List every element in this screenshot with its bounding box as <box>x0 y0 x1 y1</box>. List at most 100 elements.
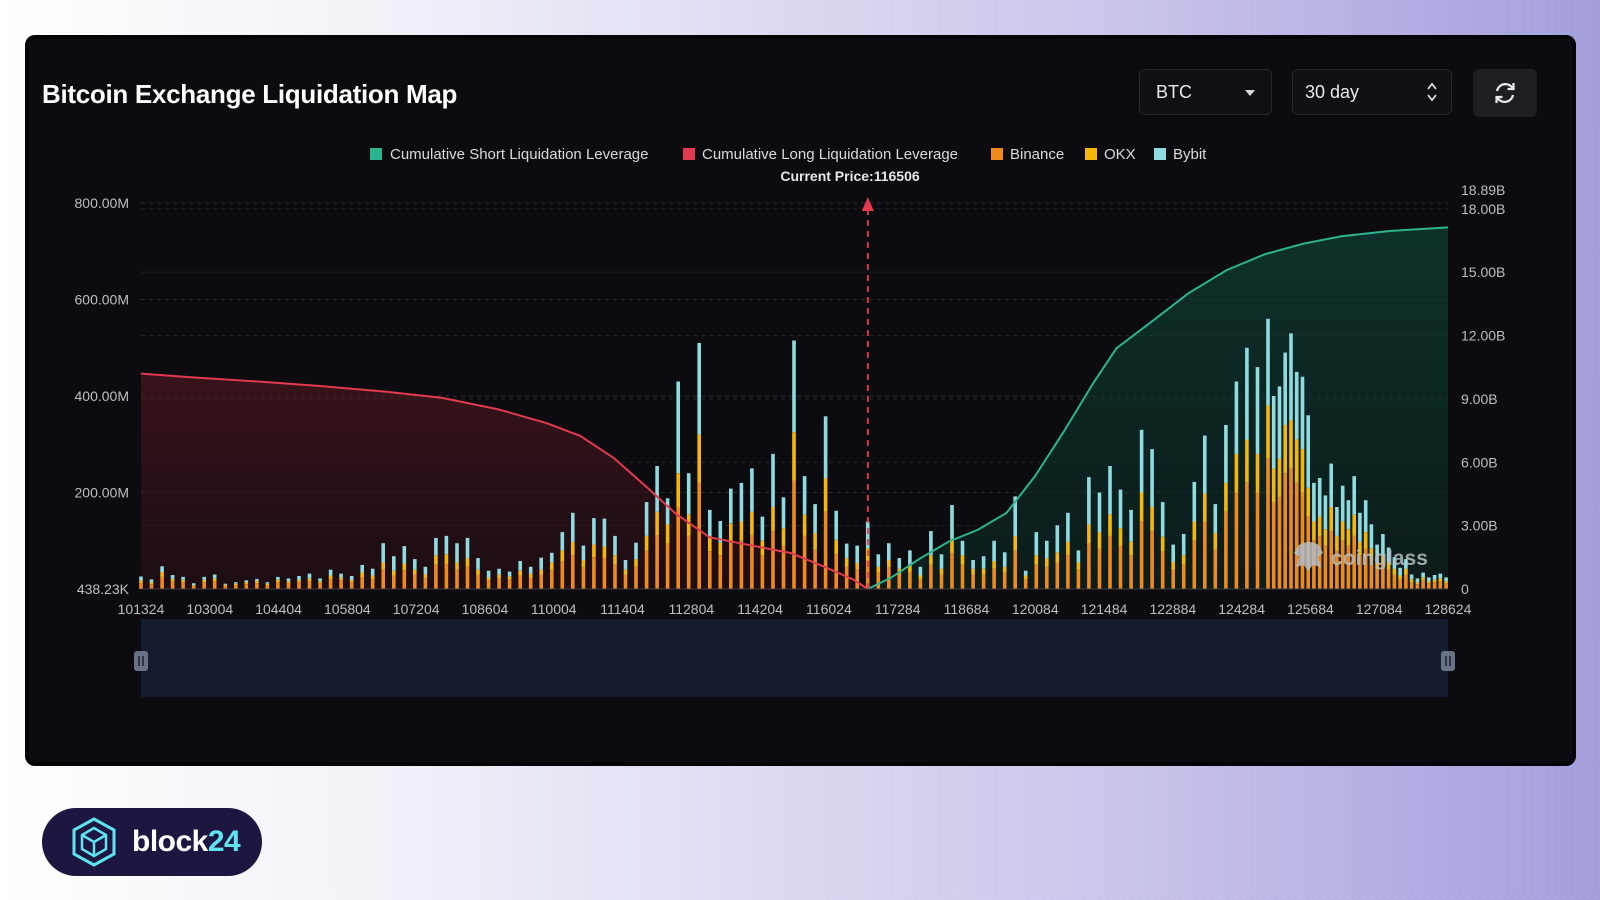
legend-item-short[interactable]: Cumulative Short Liquidation Leverage <box>370 146 649 163</box>
bar-binance <box>1066 555 1070 589</box>
bar-binance <box>349 582 354 589</box>
bar-okx <box>339 577 343 581</box>
bar-binance <box>149 584 154 589</box>
bar-binance <box>486 580 491 589</box>
x-tick-label: 104404 <box>255 601 302 617</box>
bar-binance <box>939 574 944 589</box>
bar-bybit <box>1023 570 1028 576</box>
bar-bybit <box>1171 544 1175 562</box>
bar-okx <box>1203 493 1207 522</box>
bar-okx <box>1271 468 1276 503</box>
bar-okx <box>370 575 375 580</box>
current-price-arrow-icon <box>861 197 874 211</box>
bar-binance <box>1323 545 1328 589</box>
bar-bybit <box>665 498 670 525</box>
bar-binance <box>792 480 796 589</box>
bar-binance <box>455 569 459 589</box>
bar-bybit <box>349 576 354 580</box>
y-left-tick-label: 438.23K <box>77 581 130 597</box>
bar-okx <box>381 562 385 570</box>
bar-bybit <box>486 570 491 578</box>
y-left-tick-label: 800.00M <box>75 195 129 211</box>
bar-binance <box>602 558 607 589</box>
legend-item-okx[interactable]: OKX <box>1085 146 1136 163</box>
bar-okx <box>223 584 228 587</box>
bar-binance <box>1300 492 1305 589</box>
bar-bybit <box>1294 371 1299 440</box>
bar-okx <box>718 542 723 556</box>
bar-bybit <box>623 560 628 570</box>
bar-binance <box>992 568 996 589</box>
bar-okx <box>634 559 638 567</box>
bar-okx <box>823 478 828 512</box>
range-slider[interactable] <box>134 619 1455 697</box>
bar-bybit <box>1369 524 1374 549</box>
bar-binance <box>465 566 470 589</box>
bar-binance <box>1203 521 1207 589</box>
bar-okx <box>297 579 301 583</box>
bar-okx <box>1306 487 1310 517</box>
bar-okx <box>1352 514 1356 536</box>
bar-okx <box>1097 532 1102 549</box>
bar-okx <box>971 568 975 575</box>
bar-bybit <box>844 543 849 559</box>
x-tick-label: 105804 <box>324 601 371 617</box>
bar-binance <box>802 535 807 589</box>
legend-swatch-short <box>370 148 382 160</box>
bar-binance <box>539 574 543 589</box>
bar-binance <box>697 482 701 589</box>
bar-bybit <box>760 516 765 541</box>
y-right-tick-label: 18.00B <box>1461 201 1505 217</box>
bar-okx <box>665 524 670 544</box>
bar-bybit <box>1289 333 1293 421</box>
bar-okx <box>1224 482 1228 512</box>
bar-binance <box>686 535 691 589</box>
bar-bybit <box>339 573 343 578</box>
bar-okx <box>1421 577 1425 581</box>
bar-okx <box>1002 566 1007 573</box>
y-left-tick-label: 600.00M <box>75 292 129 308</box>
bar-binance <box>1421 580 1425 589</box>
x-tick-label: 128624 <box>1425 601 1472 617</box>
legend-item-long[interactable]: Cumulative Long Liquidation Leverage <box>683 146 958 163</box>
bar-okx <box>1066 541 1070 556</box>
bar-bybit <box>455 543 459 563</box>
bar-binance <box>718 555 723 589</box>
bar-okx <box>149 582 154 585</box>
bar-okx <box>813 533 817 550</box>
bar-binance <box>392 575 396 589</box>
bar-okx <box>887 560 891 568</box>
bar-okx <box>1245 439 1249 483</box>
block24-logo-text-accent: 24 <box>207 825 241 858</box>
bar-bybit <box>697 342 701 435</box>
bar-okx <box>455 562 459 570</box>
bar-bybit <box>1432 575 1437 580</box>
bar-binance <box>370 579 375 589</box>
bar-binance <box>1245 482 1249 589</box>
bar-okx <box>507 576 512 580</box>
legend-swatch-bybit <box>1154 148 1166 160</box>
legend-item-bybit[interactable]: Bybit <box>1154 146 1207 163</box>
bar-binance <box>771 531 775 589</box>
range-slider-left-handle[interactable] <box>134 651 148 671</box>
legend-label-long: Cumulative Long Liquidation Leverage <box>702 146 958 163</box>
bar-okx <box>1213 533 1218 550</box>
bar-binance <box>1181 564 1186 589</box>
bar-bybit <box>676 381 680 474</box>
bar-okx <box>960 555 965 565</box>
bar-binance <box>1271 502 1276 589</box>
bar-binance <box>1034 564 1039 589</box>
legend-item-binance[interactable]: Binance <box>991 146 1064 163</box>
bar-bybit <box>1255 367 1260 454</box>
bar-bybit <box>539 557 543 570</box>
bar-bybit <box>528 566 533 574</box>
bar-binance <box>1076 569 1081 589</box>
bar-okx <box>623 569 628 575</box>
x-tick-label: 107204 <box>393 601 440 617</box>
bar-okx <box>1432 579 1437 583</box>
y-right-tick-label: 6.00B <box>1461 454 1498 470</box>
bar-bybit <box>202 576 206 580</box>
x-tick-label: 125684 <box>1287 601 1334 617</box>
bar-okx <box>413 569 417 575</box>
range-slider-right-handle[interactable] <box>1441 651 1455 671</box>
